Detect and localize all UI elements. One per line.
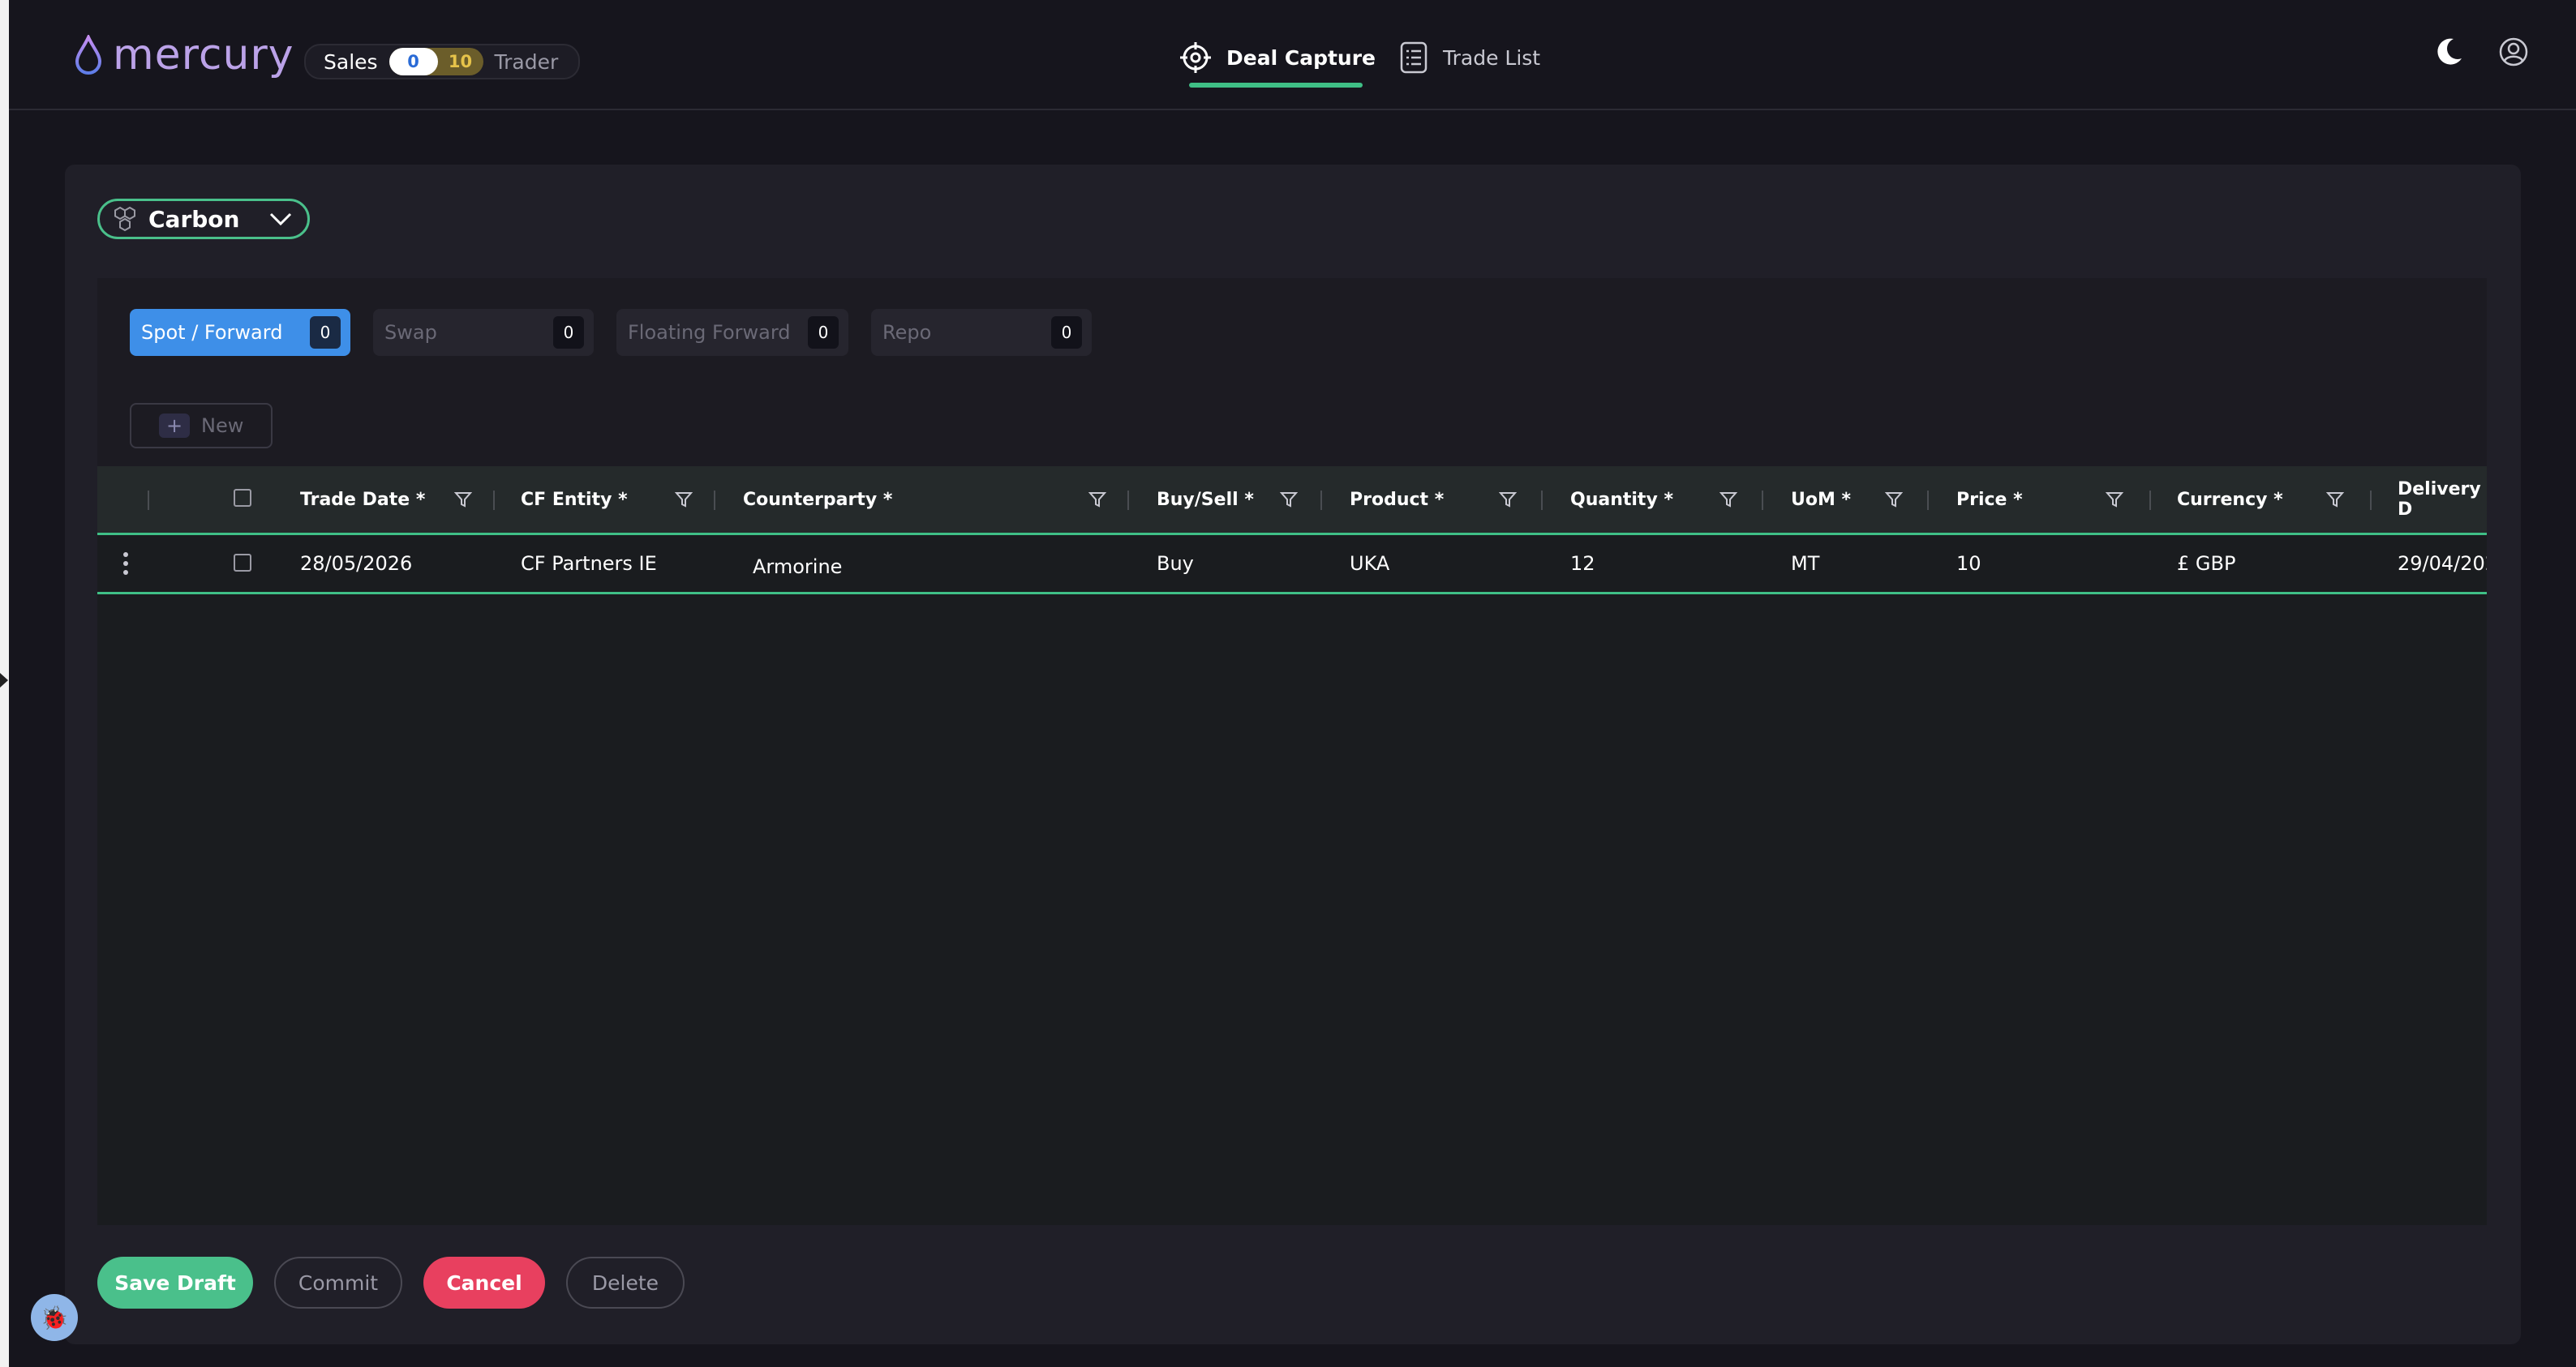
header-currency[interactable]: Currency * — [2177, 466, 2283, 533]
bug-report-icon[interactable]: 🐞 — [31, 1294, 78, 1341]
cell-product[interactable]: UKA — [1350, 535, 1389, 592]
cell-buy-sell[interactable]: Buy — [1157, 535, 1194, 592]
column-separator[interactable] — [2149, 491, 2151, 510]
header-buy-sell[interactable]: Buy/Sell * — [1157, 466, 1254, 533]
header-uom[interactable]: UoM * — [1791, 466, 1851, 533]
trades-table: Trade Date * CF Entity * Counterparty * … — [97, 466, 2487, 1225]
header-trade-date[interactable]: Trade Date * — [300, 466, 425, 533]
row-menu-icon[interactable] — [123, 552, 128, 576]
header-price[interactable]: Price * — [1956, 466, 2023, 533]
tab-floating-forward[interactable]: Floating Forward 0 — [616, 309, 848, 356]
tab-spot-forward[interactable]: Spot / Forward 0 — [130, 309, 350, 356]
tab-trade-list[interactable]: Trade List — [1399, 29, 1540, 86]
cell-price[interactable]: 10 — [1956, 535, 1981, 592]
tab-deal-capture-label: Deal Capture — [1226, 45, 1376, 70]
tab-swap[interactable]: Swap 0 — [373, 309, 594, 356]
active-tab-indicator — [1189, 83, 1363, 88]
filter-icon[interactable] — [1280, 491, 1298, 508]
column-separator[interactable] — [714, 491, 715, 510]
cell-trade-date[interactable]: 28/05/2026 — [300, 535, 412, 592]
new-trade-button[interactable]: + New — [130, 403, 273, 448]
app-name: mercury — [113, 31, 294, 79]
delete-button[interactable]: Delete — [566, 1257, 685, 1309]
deal-grid-area: Spot / Forward 0 Swap 0 Floating Forward… — [97, 278, 2487, 1225]
save-draft-button[interactable]: Save Draft — [97, 1257, 253, 1309]
cell-currency[interactable]: £ GBP — [2177, 535, 2235, 592]
cell-counterparty[interactable]: Armorine — [753, 538, 842, 595]
tab-swap-label: Swap — [384, 321, 437, 344]
filter-icon[interactable] — [1088, 491, 1106, 508]
filter-icon[interactable] — [1499, 491, 1517, 508]
cell-uom[interactable]: MT — [1791, 535, 1819, 592]
table-row[interactable]: 28/05/2026 CF Partners IE Armorine Buy U… — [97, 535, 2487, 594]
column-separator[interactable] — [2370, 491, 2372, 510]
top-header: mercury Sales 0 10 Trader Deal Capture T… — [9, 0, 2576, 110]
tab-trade-list-label: Trade List — [1443, 45, 1541, 70]
droplet-icon — [75, 35, 102, 75]
tab-spot-forward-label: Spot / Forward — [141, 321, 283, 344]
expand-arrow-icon[interactable] — [0, 673, 8, 688]
trader-label: Trader — [494, 49, 559, 74]
tab-spot-forward-count: 0 — [310, 316, 341, 349]
filter-icon[interactable] — [2106, 491, 2123, 508]
column-separator[interactable] — [1541, 491, 1543, 510]
column-separator[interactable] — [493, 491, 495, 510]
tab-deal-capture[interactable]: Deal Capture — [1179, 29, 1376, 88]
action-bar: Save Draft Commit Cancel Delete — [97, 1257, 706, 1309]
tab-floating-forward-count: 0 — [808, 316, 839, 349]
tab-floating-forward-label: Floating Forward — [628, 321, 791, 344]
column-separator[interactable] — [1127, 491, 1129, 510]
row-checkbox[interactable] — [234, 554, 251, 572]
product-selected-label: Carbon — [148, 205, 240, 233]
deal-capture-panel: Carbon Spot / Forward 0 Swap 0 Floating … — [65, 165, 2521, 1344]
sales-count: 0 — [389, 48, 438, 75]
filter-icon[interactable] — [454, 491, 472, 508]
new-trade-label: New — [201, 414, 244, 437]
filter-icon[interactable] — [675, 491, 693, 508]
cell-cf-entity[interactable]: CF Partners IE — [521, 535, 657, 592]
trader-count: 10 — [448, 52, 473, 71]
role-toggle[interactable]: Sales 0 10 Trader — [304, 44, 580, 79]
filter-icon[interactable] — [2326, 491, 2344, 508]
trade-type-tabs: Spot / Forward 0 Swap 0 Floating Forward… — [130, 309, 1114, 356]
plus-icon: + — [159, 414, 190, 438]
column-separator[interactable] — [148, 491, 149, 510]
tab-swap-count: 0 — [553, 316, 584, 349]
tab-repo-label: Repo — [882, 321, 932, 344]
filter-icon[interactable] — [1719, 491, 1737, 508]
select-all-checkbox[interactable] — [234, 489, 251, 507]
chevron-down-icon — [269, 212, 292, 226]
header-cf-entity[interactable]: CF Entity * — [521, 466, 628, 533]
product-selector[interactable]: Carbon — [97, 199, 310, 239]
cancel-button[interactable]: Cancel — [423, 1257, 545, 1309]
user-avatar-icon[interactable] — [2497, 36, 2530, 68]
header-product[interactable]: Product * — [1350, 466, 1444, 533]
tab-repo[interactable]: Repo 0 — [871, 309, 1092, 356]
hexagons-icon — [114, 206, 135, 232]
column-separator[interactable] — [1320, 491, 1322, 510]
moon-icon[interactable] — [2432, 36, 2465, 68]
column-separator[interactable] — [1762, 491, 1763, 510]
table-header: Trade Date * CF Entity * Counterparty * … — [97, 466, 2487, 535]
list-icon — [1400, 41, 1428, 74]
tab-repo-count: 0 — [1051, 316, 1082, 349]
crosshair-icon — [1180, 42, 1211, 73]
header-quantity[interactable]: Quantity * — [1570, 466, 1673, 533]
cell-quantity[interactable]: 12 — [1570, 535, 1595, 592]
filter-icon[interactable] — [1885, 491, 1903, 508]
role-switch[interactable]: 0 10 — [389, 48, 483, 75]
sales-label: Sales — [324, 49, 378, 74]
app-logo[interactable]: mercury — [74, 31, 294, 79]
cell-delivery-date[interactable]: 29/04/202 — [2398, 535, 2487, 592]
left-edge-strip — [0, 0, 9, 1367]
header-counterparty[interactable]: Counterparty * — [743, 466, 892, 533]
column-separator[interactable] — [1927, 491, 1929, 510]
header-delivery-date[interactable]: Delivery D — [2398, 466, 2487, 533]
commit-button[interactable]: Commit — [274, 1257, 402, 1309]
